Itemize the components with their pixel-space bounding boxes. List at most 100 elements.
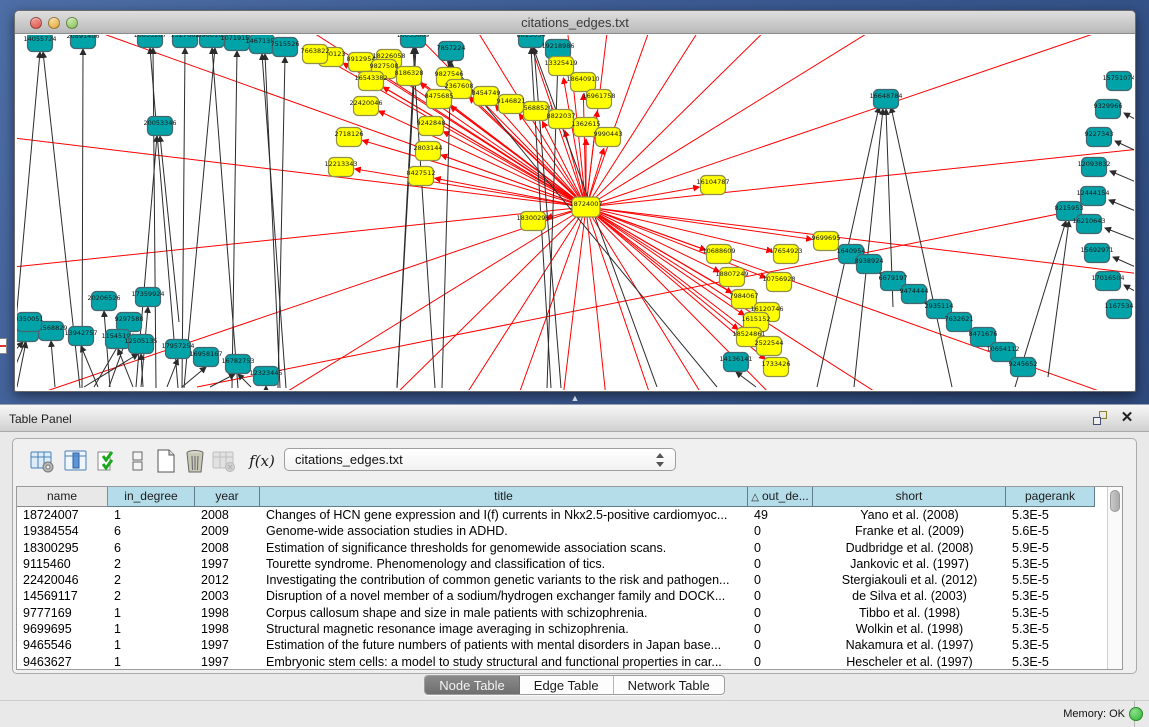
graph-node[interactable]: 12213343: [324, 158, 357, 177]
graph-node[interactable]: 9329966: [1094, 100, 1123, 119]
graph-node[interactable]: 18807249: [715, 268, 748, 287]
graph-node[interactable]: 16033809: [396, 35, 429, 48]
table-row[interactable]: 946554611997Estimation of the future num…: [17, 637, 1107, 653]
graph-node[interactable]: 20053346: [143, 117, 176, 136]
graph-node[interactable]: 16648784: [869, 90, 902, 109]
graph-node[interactable]: 7663822: [301, 45, 330, 64]
tab-node-table[interactable]: Node Table: [425, 676, 520, 694]
network-window-titlebar[interactable]: citations_edges.txt: [15, 11, 1135, 34]
svg-text:9297588: 9297588: [115, 315, 144, 323]
graph-node[interactable]: 16543382: [354, 72, 387, 91]
graph-node[interactable]: 8186328: [395, 67, 424, 86]
graph-node[interactable]: 1527602: [171, 35, 200, 48]
graph-node[interactable]: 20206526: [87, 292, 120, 311]
scrollbar-thumb[interactable]: [1110, 490, 1120, 512]
node-table-body[interactable]: 1872400712008Changes of HCN gene express…: [17, 507, 1107, 669]
table-row[interactable]: 969969511998Structural magnetic resonanc…: [17, 621, 1107, 637]
table-row[interactable]: 1872400712008Changes of HCN gene express…: [17, 507, 1107, 523]
graph-node[interactable]: 20891406: [66, 35, 99, 49]
graph-node[interactable]: 9242848: [417, 117, 446, 136]
tab-network-table[interactable]: Network Table: [614, 676, 724, 694]
graph-node[interactable]: 2803144: [414, 142, 443, 161]
graph-node[interactable]: 18300295: [516, 212, 549, 231]
close-panel-icon[interactable]: ✕: [1119, 410, 1135, 426]
graph-node[interactable]: 10756928: [762, 273, 795, 292]
graph-node[interactable]: 18724007: [569, 197, 602, 217]
delete-table-icon[interactable]: [182, 448, 208, 474]
float-panel-icon[interactable]: [1093, 411, 1109, 427]
graph-node[interactable]: 9699695: [812, 232, 841, 251]
graph-node[interactable]: 9146821: [497, 95, 526, 114]
cell-name: 9777169: [17, 605, 108, 621]
graph-node[interactable]: 9990443: [594, 128, 623, 147]
graph-node[interactable]: 9245652: [1009, 358, 1038, 377]
graph-node[interactable]: 16210643: [1072, 215, 1105, 234]
column-header-short[interactable]: short: [813, 487, 1006, 507]
graph-node[interactable]: 12444154: [1076, 187, 1109, 206]
graph-node[interactable]: 14136141: [719, 353, 752, 372]
network-view-window[interactable]: citations_edges.txt 14055724 20891406 1065…: [14, 10, 1136, 392]
table-row[interactable]: 1456911722003Disruption of a novel membe…: [17, 588, 1107, 604]
column-header-pagerank[interactable]: pagerank: [1006, 487, 1095, 507]
table-row[interactable]: 946362711997Embryonic stem cells: a mode…: [17, 654, 1107, 670]
svg-text:2718126: 2718126: [335, 130, 364, 138]
table-row[interactable]: 911546021997Tourette syndrome. Phenomeno…: [17, 556, 1107, 572]
graph-node[interactable]: 8475685: [425, 90, 454, 109]
node-table[interactable]: namein_degreeyeartitle△out_de...shortpag…: [16, 486, 1123, 670]
graph-node[interactable]: 1167534: [1105, 300, 1134, 319]
graph-node[interactable]: 2718126: [335, 128, 364, 147]
column-header-name[interactable]: name: [17, 487, 108, 507]
function-builder-icon[interactable]: f(x): [249, 448, 275, 474]
graph-node[interactable]: 12505135: [124, 335, 157, 354]
table-row[interactable]: 977716911998Corpus callosum shape and si…: [17, 605, 1107, 621]
graph-node[interactable]: 15692971: [1080, 244, 1113, 263]
table-settings-icon[interactable]: [29, 448, 55, 474]
graph-node[interactable]: 8427512: [407, 167, 436, 186]
graph-node[interactable]: 7857224: [437, 42, 466, 61]
graph-node[interactable]: 22420046: [349, 97, 382, 116]
row-select-icon[interactable]: [95, 448, 121, 474]
graph-node[interactable]: 18640910: [566, 73, 599, 92]
table-row[interactable]: 1938455462009Genome-wide association stu…: [17, 523, 1107, 539]
graph-node[interactable]: 7632621: [945, 313, 974, 332]
graph-node[interactable]: 7515526: [271, 38, 300, 57]
graph-node[interactable]: 9474444: [900, 285, 929, 304]
table-row[interactable]: 2242004622012Investigating the contribut…: [17, 572, 1107, 588]
graph-node[interactable]: 10653287: [133, 35, 166, 48]
graph-node[interactable]: 9297588: [115, 313, 144, 332]
svg-text:6679197: 6679197: [879, 274, 908, 282]
graph-node[interactable]: 10688609: [702, 245, 735, 264]
graph-node[interactable]: 17359924: [131, 288, 164, 307]
graph-node[interactable]: 16104787: [696, 176, 729, 195]
graph-node[interactable]: 15751074: [1102, 72, 1134, 91]
table-row[interactable]: 1830029562008Estimation of significance …: [17, 540, 1107, 556]
network-canvas[interactable]: 1405572420891406106532871527602696616310…: [17, 35, 1134, 390]
graph-node[interactable]: 8350051: [17, 313, 43, 332]
merge-cells-icon[interactable]: [125, 448, 151, 474]
graph-node[interactable]: 17654923: [769, 245, 802, 264]
graph-node[interactable]: 13325419: [544, 57, 577, 76]
column-header-in_degree[interactable]: in_degree: [108, 487, 195, 507]
graph-node[interactable]: 8938924: [855, 255, 884, 274]
graph-node[interactable]: 16961758: [582, 90, 615, 109]
graph-node[interactable]: 16958167: [189, 348, 222, 367]
graph-node[interactable]: 19218986: [541, 40, 574, 59]
splitter-handle[interactable]: ▲: [568, 394, 582, 402]
tab-edge-table[interactable]: Edge Table: [520, 676, 614, 694]
table-vertical-scrollbar[interactable]: [1107, 487, 1122, 669]
graph-node[interactable]: 9227343: [1085, 128, 1114, 147]
node-table-header[interactable]: namein_degreeyeartitle△out_de...shortpag…: [17, 487, 1107, 507]
graph-node[interactable]: 2522544: [755, 337, 784, 356]
column-visibility-icon[interactable]: [63, 448, 89, 474]
graph-node[interactable]: 12093832: [1077, 158, 1110, 177]
graph-node[interactable]: 12323445: [249, 367, 282, 386]
column-header-out_degree[interactable]: △out_de...: [748, 487, 813, 507]
graph-node[interactable]: 14055724: [23, 35, 56, 52]
table-source-dropdown[interactable]: citations_edges.txt: [284, 448, 676, 471]
graph-node[interactable]: 13942757: [64, 327, 97, 346]
new-table-icon[interactable]: [153, 448, 179, 474]
column-header-title[interactable]: title: [260, 487, 748, 507]
graph-node[interactable]: 17016504: [1091, 272, 1124, 291]
column-header-year[interactable]: year: [195, 487, 260, 507]
graph-node[interactable]: 1733426: [762, 358, 791, 377]
